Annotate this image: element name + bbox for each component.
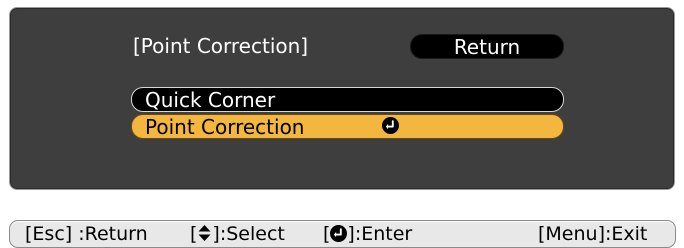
help-enter-suffix: ]:Enter xyxy=(347,223,413,245)
help-menu-exit: [Menu]:Exit xyxy=(538,223,648,245)
up-down-arrow-icon xyxy=(198,225,211,241)
help-select-prefix: [ xyxy=(190,223,198,245)
menu-item-quick-corner[interactable]: Quick Corner xyxy=(131,87,564,112)
menu-item-point-correction[interactable]: Point Correction xyxy=(131,114,564,139)
help-select-suffix: ]:Select xyxy=(212,223,285,245)
enter-icon xyxy=(330,225,348,242)
menu-title: [Point Correction] xyxy=(133,34,309,58)
return-button[interactable]: Return xyxy=(410,34,564,59)
help-enter: [ ]:Enter xyxy=(323,222,412,246)
enter-icon xyxy=(382,117,399,134)
help-esc-return: [Esc] :Return xyxy=(25,223,148,245)
help-enter-prefix: [ xyxy=(323,223,331,245)
help-select: [ ]:Select xyxy=(190,222,285,246)
